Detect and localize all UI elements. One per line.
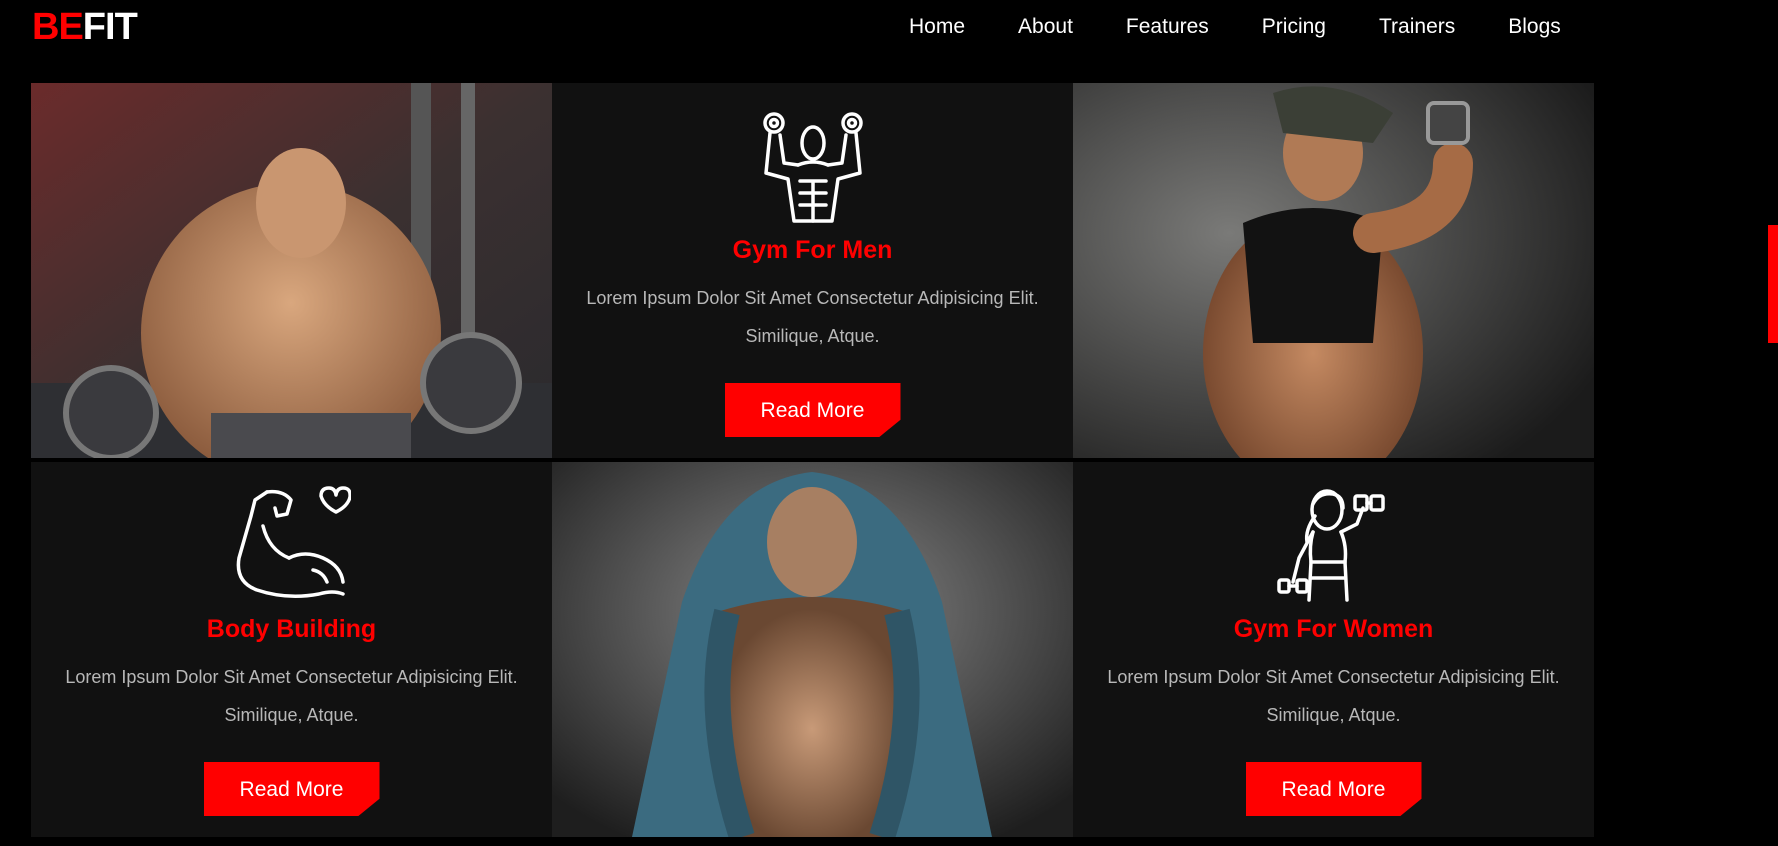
main-nav: Home About Features Pricing Trainers Blo… — [909, 12, 1614, 42]
features-grid: Gym For Men Lorem Ipsum Dolor Sit Amet C… — [31, 83, 1594, 837]
woman-dumbbell-icon — [1276, 489, 1385, 602]
card-title: Gym For Men — [732, 236, 893, 264]
man-dumbbells-image — [31, 83, 552, 458]
photo-woman-flexing — [1073, 83, 1594, 458]
logo-part-be: BE — [32, 6, 84, 48]
card-body-building: Body Building Lorem Ipsum Dolor Sit Amet… — [31, 462, 552, 837]
man-hoodie-image — [552, 462, 1073, 837]
card-gym-for-women: Gym For Women Lorem Ipsum Dolor Sit Amet… — [1073, 462, 1594, 837]
scroll-indicator[interactable] — [1768, 225, 1778, 343]
nav-trainers[interactable]: Trainers — [1379, 12, 1455, 42]
photo-man-hoodie — [552, 462, 1073, 837]
nav-home[interactable]: Home — [909, 12, 965, 42]
card-description: Lorem Ipsum Dolor Sit Amet Consectetur A… — [586, 288, 1039, 346]
card-description: Lorem Ipsum Dolor Sit Amet Consectetur A… — [65, 667, 518, 725]
site-header: BEFIT Home About Features Pricing Traine… — [0, 0, 1778, 70]
woman-flexing-image — [1073, 83, 1594, 458]
site-logo[interactable]: BEFIT — [32, 6, 138, 48]
read-more-button[interactable]: Read More — [203, 762, 380, 816]
read-more-button[interactable]: Read More — [724, 383, 901, 437]
card-title: Body Building — [206, 615, 377, 643]
read-more-button[interactable]: Read More — [1245, 762, 1422, 816]
card-title: Gym For Women — [1233, 615, 1434, 643]
nav-about[interactable]: About — [1018, 12, 1073, 42]
nav-pricing[interactable]: Pricing — [1262, 12, 1326, 42]
photo-man-dumbbells — [31, 83, 552, 458]
card-gym-for-men: Gym For Men Lorem Ipsum Dolor Sit Amet C… — [552, 83, 1073, 458]
nav-blogs[interactable]: Blogs — [1508, 12, 1561, 42]
bodybuilder-dumbbells-icon — [762, 112, 863, 223]
nav-features[interactable]: Features — [1126, 12, 1209, 42]
card-description: Lorem Ipsum Dolor Sit Amet Consectetur A… — [1107, 667, 1560, 725]
flexed-bicep-heart-icon — [236, 486, 351, 598]
logo-part-fit: FIT — [82, 6, 138, 48]
